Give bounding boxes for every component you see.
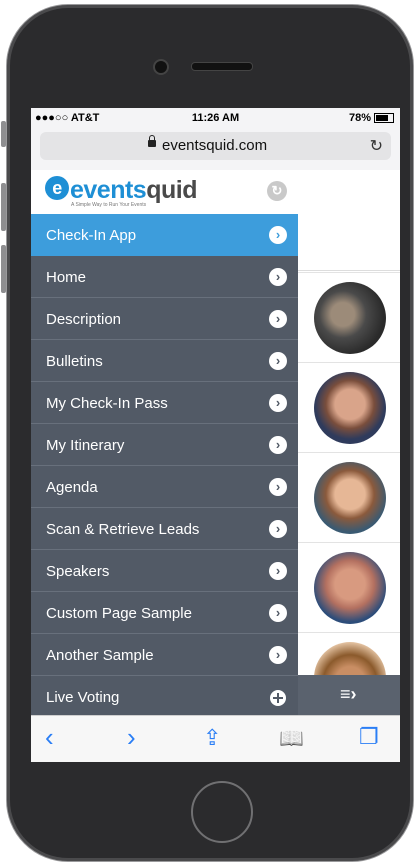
status-bar: ●●●○○ AT&T 11:26 AM 78% <box>31 108 400 128</box>
speaker-avatar[interactable] <box>314 372 386 444</box>
menu-item-bulletins[interactable]: Bulletins › <box>31 340 298 382</box>
divider <box>298 362 400 363</box>
side-menu: Check-In App › Home › Description › Bull… <box>31 214 298 718</box>
menu-item-description[interactable]: Description › <box>31 298 298 340</box>
mute-switch <box>1 121 6 147</box>
battery-icon <box>374 113 394 124</box>
divider <box>298 542 400 543</box>
speaker-avatar[interactable] <box>314 552 386 624</box>
home-button[interactable] <box>191 781 253 843</box>
url-text: eventsquid.com <box>162 137 268 154</box>
menu-header: e eventsquid A Simple Way to Run Your Eve… <box>31 170 298 214</box>
volume-down-button <box>1 245 6 293</box>
chevron-right-icon: › <box>269 352 287 370</box>
menu-item-my-check-in-pass[interactable]: My Check-In Pass › <box>31 382 298 424</box>
logo-tagline: A Simple Way to Run Your Events <box>71 202 147 208</box>
web-page: e eventsquid A Simple Way to Run Your Eve… <box>31 170 400 718</box>
menu-item-check-in-app[interactable]: Check-In App › <box>31 214 298 256</box>
back-icon[interactable]: ‹ <box>45 722 54 753</box>
bookmarks-icon[interactable]: 📖 <box>279 726 304 751</box>
eventsquid-logo[interactable]: e eventsquid <box>45 176 197 205</box>
screen: ●●●○○ AT&T 11:26 AM 78% eventsquid.com ↻… <box>31 108 400 762</box>
reload-icon[interactable]: ↻ <box>370 136 383 156</box>
chevron-right-icon: › <box>269 520 287 538</box>
menu-item-speakers[interactable]: Speakers › <box>31 550 298 592</box>
earpiece-speaker <box>191 62 253 71</box>
menu-item-another-sample[interactable]: Another Sample › <box>31 634 298 676</box>
chevron-right-icon: › <box>269 310 287 328</box>
refresh-icon[interactable]: ↻ <box>267 181 287 201</box>
chevron-right-icon: › <box>269 226 287 244</box>
speaker-avatar[interactable] <box>314 462 386 534</box>
content-header <box>298 214 400 271</box>
menu-item-agenda[interactable]: Agenda › <box>31 466 298 508</box>
plus-icon <box>270 690 286 706</box>
chevron-right-icon: › <box>269 268 287 286</box>
menu-item-home[interactable]: Home › <box>31 256 298 298</box>
menu-item-my-itinerary[interactable]: My Itinerary › <box>31 424 298 466</box>
chevron-right-icon: › <box>269 478 287 496</box>
menu-item-live-voting[interactable]: Live Voting <box>31 676 298 718</box>
drawer-toggle-button[interactable]: ≡› <box>298 675 400 715</box>
lock-icon <box>148 135 156 147</box>
front-camera <box>153 59 169 75</box>
tabs-icon[interactable]: ❐ <box>359 724 379 750</box>
chevron-right-icon: › <box>269 604 287 622</box>
chevron-right-icon: › <box>269 562 287 580</box>
volume-up-button <box>1 183 6 231</box>
battery-indicator: 78% <box>349 112 394 124</box>
chevron-right-icon: › <box>269 436 287 454</box>
logo-mark-icon: e <box>45 176 69 200</box>
drawer-toggle-icon: ≡› <box>340 684 357 704</box>
menu-item-custom-page-sample[interactable]: Custom Page Sample › <box>31 592 298 634</box>
safari-toolbar: ‹ › ⇪ 📖 ❐ <box>31 715 400 762</box>
divider <box>298 632 400 633</box>
chevron-right-icon: › <box>269 394 287 412</box>
divider <box>298 452 400 453</box>
status-time: 11:26 AM <box>191 112 240 124</box>
speaker-avatar[interactable] <box>314 282 386 354</box>
address-bar[interactable]: eventsquid.com ↻ <box>40 132 391 160</box>
divider <box>298 272 400 273</box>
page-content-behind-menu <box>298 170 400 715</box>
share-icon[interactable]: ⇪ <box>203 725 221 751</box>
forward-icon[interactable]: › <box>127 722 136 753</box>
chevron-right-icon: › <box>269 646 287 664</box>
battery-percent: 78% <box>348 112 371 124</box>
menu-item-scan-retrieve-leads[interactable]: Scan & Retrieve Leads › <box>31 508 298 550</box>
